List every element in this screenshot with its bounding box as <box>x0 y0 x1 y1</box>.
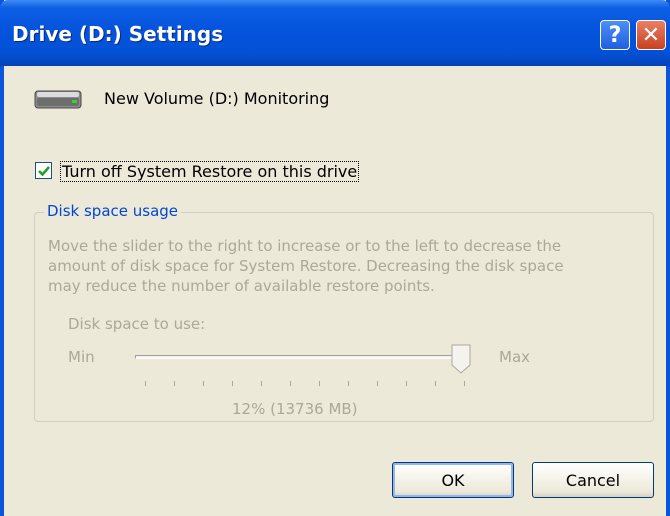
disk-space-slider-track[interactable] <box>135 355 463 359</box>
disk-space-description: Move the slider to the right to increase… <box>48 236 648 296</box>
slider-tick <box>261 381 262 386</box>
slider-tick <box>290 381 291 386</box>
checkmark-icon <box>38 166 50 177</box>
disk-space-value: 12% (13736 MB) <box>232 400 358 418</box>
close-icon: ✕ <box>641 22 661 48</box>
description-line: amount of disk space for System Restore.… <box>48 257 564 275</box>
disk-space-group-title: Disk space usage <box>44 202 182 220</box>
title-bar[interactable]: Drive (D:) Settings ? ✕ <box>0 0 670 66</box>
slider-tick <box>464 381 465 386</box>
hard-drive-icon <box>34 90 82 109</box>
slider-tick <box>348 381 349 386</box>
ok-button[interactable]: OK <box>392 462 514 498</box>
turn-off-restore-label[interactable]: Turn off System Restore on this drive <box>60 161 360 182</box>
slider-tick <box>319 381 320 386</box>
turn-off-restore-checkbox[interactable] <box>35 162 52 179</box>
slider-tick <box>435 381 436 386</box>
help-button[interactable]: ? <box>600 20 630 50</box>
disk-space-to-use-label: Disk space to use: <box>68 315 206 333</box>
window-title: Drive (D:) Settings <box>12 22 224 46</box>
slider-tick <box>203 381 204 386</box>
help-icon: ? <box>608 22 622 48</box>
slider-tick <box>377 381 378 386</box>
disk-space-slider-thumb[interactable] <box>451 344 471 374</box>
slider-tick <box>232 381 233 386</box>
description-line: Move the slider to the right to increase… <box>48 237 562 255</box>
close-button[interactable]: ✕ <box>636 20 666 50</box>
cancel-button[interactable]: Cancel <box>532 462 654 498</box>
slider-tick <box>145 381 146 386</box>
slider-min-label: Min <box>68 348 95 366</box>
slider-tick <box>406 381 407 386</box>
description-line: may reduce the number of available resto… <box>48 277 435 295</box>
drive-label: New Volume (D:) Monitoring <box>104 89 330 108</box>
slider-tick <box>174 381 175 386</box>
slider-max-label: Max <box>499 348 531 366</box>
